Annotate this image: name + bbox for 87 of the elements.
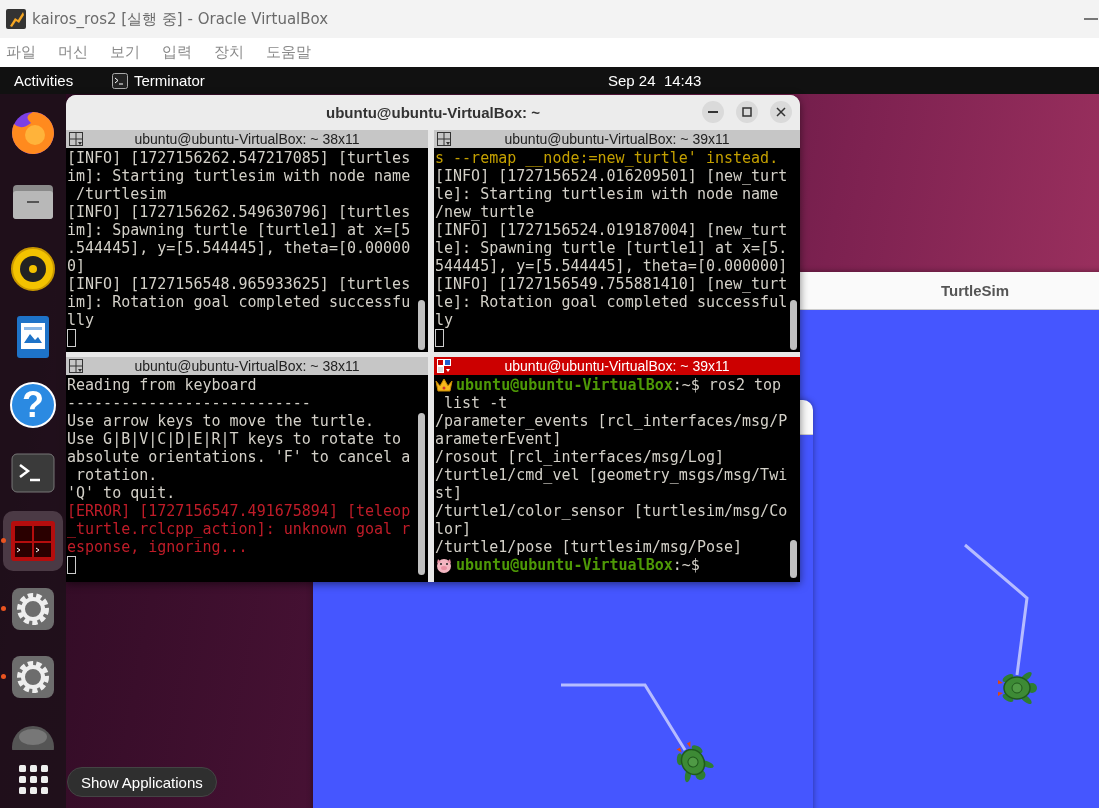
window-title: TurtleSim <box>940 282 1010 299</box>
terminal-line: --------------------------- <box>67 394 311 412</box>
terminal-line: absolute orientations. 'F' to cancel a <box>67 448 411 466</box>
app-name[interactable]: Terminator <box>134 72 205 89</box>
text-cursor <box>435 329 444 347</box>
close-button[interactable] <box>770 101 792 123</box>
terminal-icon <box>112 72 128 89</box>
close-icon <box>776 107 786 117</box>
terminal-line: /turtle1/color_sensor [turtlesim/msg/Co <box>435 502 788 520</box>
minimize-icon <box>708 111 718 113</box>
terminal-line: im]: Rotation goal completed successfu <box>67 293 411 311</box>
gear-icon <box>9 653 57 701</box>
terminal-line: /rosout [rcl_interfaces/msg/Log] <box>435 448 724 466</box>
terminal-line: le]: Starting turtlesim with node name <box>435 185 779 203</box>
split-icon[interactable] <box>437 132 451 146</box>
ring-icon <box>9 109 57 157</box>
terminal-line: [INFO] [1727156262.549630796] [turtles <box>67 203 411 221</box>
terminal-line: .544445], y=[5.544445], theta=[0.00000 <box>67 239 411 257</box>
pane-title: ubuntu@ubuntu-VirtualBox: ~ 39x11 <box>503 357 731 375</box>
menu-item[interactable]: 장치 <box>214 43 244 62</box>
error-line: esponse, ignoring... <box>67 538 248 556</box>
split-icon[interactable] <box>437 359 451 373</box>
terminal-line: list -t <box>443 394 508 412</box>
menu-item[interactable]: 도움말 <box>266 43 311 62</box>
terminal-line: ly <box>435 311 454 329</box>
clock[interactable]: Sep 24 14:43 <box>608 72 702 89</box>
text-cursor <box>67 329 76 347</box>
crown-icon <box>435 377 453 393</box>
terminal-line: /turtle1/cmd_vel [geometry_msgs/msg/Twi <box>435 466 788 484</box>
terminal-line: /new_turtle <box>435 203 535 221</box>
terminal-line: le]: Spawning turtle [turtle1] at x=[5. <box>435 239 788 257</box>
terminal-line: /parameter_events [rcl_interfaces/msg/P <box>435 412 788 430</box>
maximize-button[interactable] <box>736 101 758 123</box>
apps-grid-icon[interactable] <box>18 764 48 794</box>
window-title: kairos_ros2 [실행 중] - Oracle VirtualBox <box>32 9 329 29</box>
dock-item[interactable]: ? <box>3 375 63 435</box>
terminal-line: [INFO] [1727156262.547217085] [turtles <box>67 149 411 167</box>
turtle-drawing <box>998 671 1037 705</box>
command-prompt: ubuntu@ubuntu-VirtualBox:~$ ros2 top <box>456 376 782 394</box>
pig-icon <box>435 557 453 573</box>
error-line: [ERROR] [1727156547.491675894] [teleop <box>67 502 411 520</box>
terminal-line: im]: Spawning turtle [turtle1] at x=[5 <box>67 221 411 239</box>
activities-button[interactable]: Activities <box>14 72 112 89</box>
terminal-line: s --remap __node:=new_turtle' instead. <box>435 149 779 167</box>
terminal-line: lor] <box>435 520 472 538</box>
menu-item[interactable]: 보기 <box>110 43 140 62</box>
terminal-line: Use G|B|V|C|D|E|R|T keys to rotate to <box>67 430 402 448</box>
scrollbar <box>790 540 797 578</box>
pane-title: ubuntu@ubuntu-VirtualBox: ~ 38x11 <box>133 357 361 375</box>
terminal-line: st] <box>435 484 463 502</box>
terminal-line: arameterEvent] <box>435 430 562 448</box>
terminal-line: Reading from keyboard <box>67 376 257 394</box>
terminal-line: le]: Rotation goal completed successful <box>435 293 788 311</box>
error-line: _turtle.rclcpp_action]: unknown goal r <box>67 520 411 538</box>
terminal-line: 'Q' to quit. <box>67 484 176 502</box>
split-icon[interactable] <box>69 132 83 146</box>
gear-icon <box>9 585 57 633</box>
tooltip: Show Applications <box>67 767 217 797</box>
terminal-line: [INFO] [1727156548.965933625] [turtles <box>67 275 411 293</box>
menu-item[interactable]: 머신 <box>58 43 88 62</box>
scrollbar <box>418 300 425 350</box>
speaker-icon <box>9 245 57 293</box>
terminal-line: [INFO] [1727156524.019187004] [new_turt <box>435 221 788 239</box>
terminal-line: im]: Starting turtlesim with node name <box>67 167 411 185</box>
terminal-line: rotation. <box>75 466 158 484</box>
terminal-line: [INFO] [1727156524.016209501] [new_turt <box>435 167 788 185</box>
app-logo-icon <box>6 9 26 29</box>
terminal-line: /turtle1/pose [turtlesim/msg/Pose] <box>435 538 743 556</box>
turtle-drawing <box>676 741 714 783</box>
terminal-line: [INFO] [1727156549.755881410] [new_turt <box>435 275 788 293</box>
menu-item[interactable]: 파일 <box>6 43 36 62</box>
split-icon[interactable] <box>69 359 83 373</box>
window-title: ubuntu@ubuntu-VirtualBox: ~ <box>326 104 540 121</box>
pane-title: ubuntu@ubuntu-VirtualBox: ~ 38x11 <box>133 130 361 148</box>
menu-item[interactable]: 입력 <box>162 43 192 62</box>
terminal-line: lly <box>67 311 95 329</box>
text-cursor <box>67 556 76 574</box>
terminal-line: Use arrow keys to move the turtle. <box>67 412 375 430</box>
pane-title: ubuntu@ubuntu-VirtualBox: ~ 39x11 <box>503 130 731 148</box>
terminal-line: 0] <box>67 257 86 275</box>
terminal-line: 544445], y=[5.544445], theta=[0.000000] <box>435 257 788 275</box>
help-icon: ? <box>10 382 56 428</box>
terminal-line: /turtlesim <box>75 185 167 203</box>
scrollbar <box>790 300 797 350</box>
minimize-button[interactable] <box>702 101 724 123</box>
command-prompt: ubuntu@ubuntu-VirtualBox:~$ <box>456 556 700 574</box>
maximize-icon <box>742 107 752 117</box>
